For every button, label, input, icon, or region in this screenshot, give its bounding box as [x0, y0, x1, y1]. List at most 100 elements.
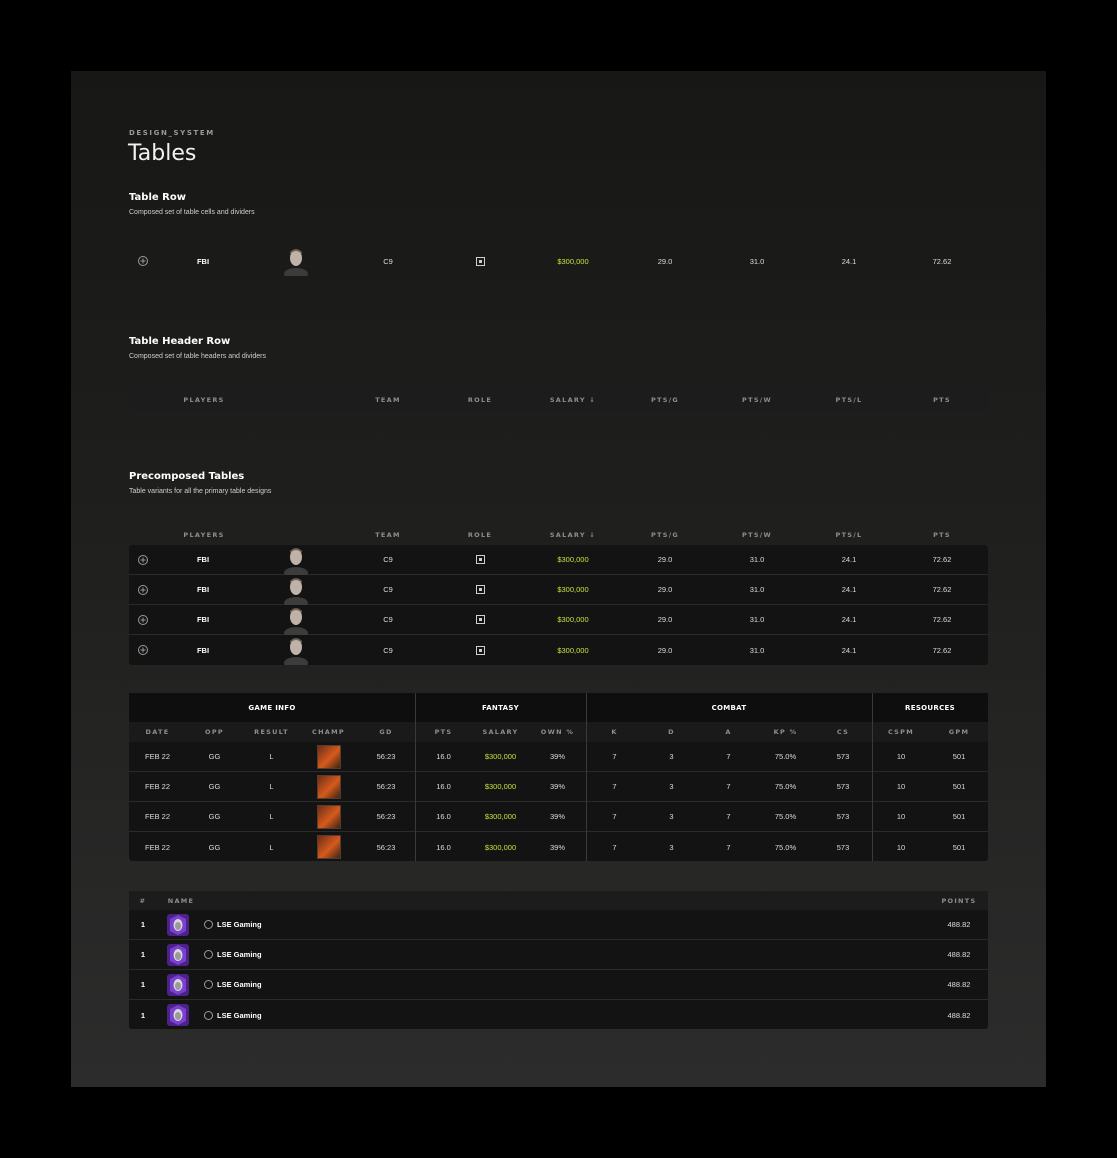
add-circle-icon[interactable] — [138, 256, 148, 266]
header-opp[interactable]: OPP — [186, 722, 243, 742]
list-item[interactable]: 1 LSE Gaming 488.82 — [129, 940, 988, 970]
team-logo — [167, 973, 189, 996]
table-row[interactable]: FBI C9 $300,000 29.0 31.0 24.1 72.62 — [129, 635, 988, 665]
add-circle-icon[interactable] — [138, 614, 148, 625]
table-header-row: PLAYERS TEAM ROLE SALARY ↓ PTS/G PTS/W P… — [129, 389, 988, 411]
cs-cell: 573 — [836, 812, 850, 821]
header-points[interactable]: POINTS — [934, 891, 984, 910]
team-cell: C9 — [383, 615, 393, 624]
role-icon — [475, 615, 485, 624]
role-icon — [475, 256, 485, 266]
header-own[interactable]: OWN % — [529, 722, 586, 742]
header-pts[interactable]: PTS — [415, 722, 472, 742]
rank-badge-icon — [203, 920, 213, 929]
header-gpm[interactable]: GPM — [930, 722, 988, 742]
header-pts[interactable]: PTS — [912, 525, 972, 545]
header-ptsg[interactable]: PTS/G — [635, 389, 695, 411]
header-kp[interactable]: KP % — [757, 722, 814, 742]
header-salary[interactable]: SALARY ↓ — [543, 525, 603, 545]
table-row[interactable]: FBI C9 $300,000 29.0 31.0 24.1 72.62 — [129, 575, 988, 605]
name-cell[interactable]: FBI — [183, 575, 223, 604]
list-item[interactable]: 1 LSE Gaming 488.82 — [129, 910, 988, 940]
add-circle-icon[interactable] — [138, 645, 148, 655]
header-d[interactable]: D — [643, 722, 700, 742]
team-name[interactable]: LSE Gaming — [217, 910, 273, 939]
ptsl-cell: 24.1 — [841, 585, 857, 594]
d-cell: 3 — [669, 842, 674, 852]
salary-cell: $300,000 — [557, 256, 589, 266]
rank-badge-icon — [203, 980, 213, 989]
header-ptsl[interactable]: PTS/L — [819, 525, 879, 545]
ptsw-cell: 31.0 — [749, 555, 765, 564]
header-players[interactable]: PLAYERS — [179, 525, 229, 545]
header-cspm[interactable]: CSPM — [872, 722, 930, 742]
team-name[interactable]: LSE Gaming — [217, 970, 273, 999]
pts-cell: 72.62 — [932, 585, 952, 594]
header-ptsg[interactable]: PTS/G — [635, 525, 695, 545]
header-date[interactable]: DATE — [129, 722, 186, 742]
gd-cell: 56:23 — [376, 842, 396, 852]
opp-cell: GG — [208, 842, 221, 852]
rank-cell: 1 — [140, 980, 146, 989]
team-cell: C9 — [383, 555, 393, 564]
add-circle-icon[interactable] — [138, 554, 148, 565]
cspm-cell: 10 — [896, 782, 906, 791]
table-row[interactable]: FBI C9 $300,000 29.0 31.0 24.1 72.62 — [129, 605, 988, 635]
ptsw-cell: 31.0 — [749, 256, 765, 266]
gpm-cell: 501 — [952, 842, 966, 852]
list-item[interactable]: 1 LSE Gaming 488.82 — [129, 970, 988, 1000]
header-role[interactable]: ROLE — [450, 389, 510, 411]
result-cell: L — [269, 812, 274, 821]
champion-portrait — [316, 804, 341, 829]
pts-cell: 72.62 — [932, 555, 952, 564]
name-cell[interactable]: FBI — [183, 545, 223, 574]
header-name[interactable]: NAME — [165, 891, 197, 910]
header-rank[interactable]: # — [135, 891, 151, 910]
table-row[interactable]: FEB 22 GG L 56:23 16.0 $300,000 39% 7 3 7 75.0% 573… — [129, 772, 988, 802]
rank-cell: 1 — [140, 920, 146, 929]
table-row[interactable]: FEB 22 GG L 56:23 16.0 $300,000 39% 7 3 7 75.0% 573… — [129, 832, 988, 862]
header-team[interactable]: TEAM — [358, 389, 418, 411]
page-eyebrow: DESIGN_SYSTEM — [129, 129, 215, 137]
table-row[interactable]: FEB 22 GG L 56:23 16.0 $300,000 39% 7 3 7 75.0% 573… — [129, 802, 988, 832]
role-icon — [475, 555, 485, 564]
own-cell: 39% — [549, 782, 565, 791]
player-avatar — [284, 638, 308, 665]
header-a[interactable]: A — [700, 722, 757, 742]
section-desc-precomposed: Table variants for all the primary table… — [129, 488, 272, 495]
player-name[interactable]: FBI — [183, 246, 223, 276]
single-table-row[interactable]: FBI C9 $300,000 29.0 31.0 24.1 72.62 — [129, 246, 988, 276]
team-logo — [167, 913, 189, 936]
header-cs[interactable]: CS — [814, 722, 872, 742]
header-role[interactable]: ROLE — [450, 525, 510, 545]
table-row[interactable]: FEB 22 GG L 56:23 16.0 $300,000 39% 7 3 7 75.0% 573… — [129, 742, 988, 772]
section-title-precomposed: Precomposed Tables — [129, 471, 245, 482]
opp-cell: GG — [208, 782, 221, 791]
header-champ[interactable]: CHAMP — [300, 722, 357, 742]
header-ptsw[interactable]: PTS/W — [727, 389, 787, 411]
list-item[interactable]: 1 LSE Gaming 488.82 — [129, 1000, 988, 1030]
gd-cell: 56:23 — [376, 812, 396, 821]
name-cell[interactable]: FBI — [183, 605, 223, 634]
k-cell: 7 — [612, 752, 617, 761]
header-ptsl[interactable]: PTS/L — [819, 389, 879, 411]
add-circle-icon[interactable] — [138, 584, 148, 595]
table-row[interactable]: FBI C9 $300,000 29.0 31.0 24.1 72.62 — [129, 545, 988, 575]
team-name[interactable]: LSE Gaming — [217, 1000, 273, 1030]
champion-portrait — [316, 835, 341, 859]
header-k[interactable]: K — [586, 722, 643, 742]
design-canvas: DESIGN_SYSTEM Tables Table Row Composed … — [71, 71, 1046, 1087]
salary-cell: $300,000 — [484, 812, 517, 821]
team-name[interactable]: LSE Gaming — [217, 940, 273, 969]
header-players[interactable]: PLAYERS — [179, 389, 229, 411]
header-team[interactable]: TEAM — [358, 525, 418, 545]
name-cell[interactable]: FBI — [183, 635, 223, 665]
header-pts[interactable]: PTS — [912, 389, 972, 411]
header-result[interactable]: RESULT — [243, 722, 300, 742]
header-gd[interactable]: GD — [357, 722, 415, 742]
header-salary[interactable]: SALARY — [472, 722, 529, 742]
header-salary[interactable]: SALARY ↓ — [543, 389, 603, 411]
header-ptsw[interactable]: PTS/W — [727, 525, 787, 545]
team-cell: C9 — [383, 645, 393, 655]
pts-cell: 16.0 — [436, 842, 451, 852]
